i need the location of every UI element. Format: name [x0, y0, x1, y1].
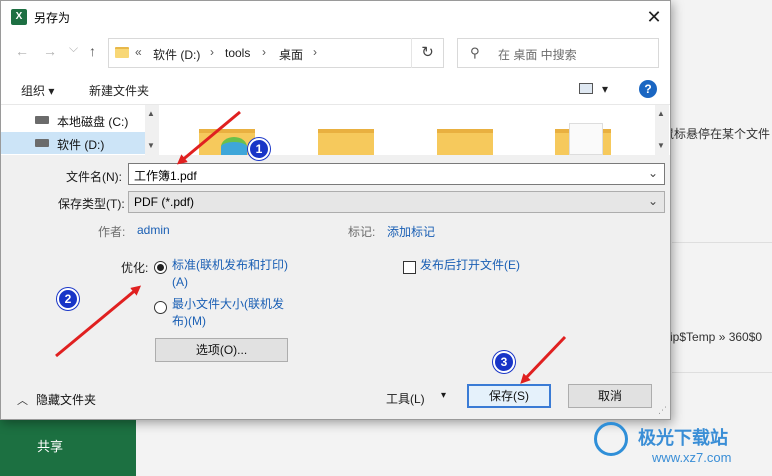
radio-minimum-size[interactable] [154, 301, 167, 314]
background-divider [672, 372, 772, 373]
breadcrumb-separator[interactable]: › [313, 45, 317, 59]
breadcrumb-separator[interactable]: › [210, 45, 214, 59]
background-divider [672, 242, 772, 243]
annotation-badge-3: 3 [493, 351, 515, 373]
dialog-titlebar: X 另存为 ✕ [1, 1, 670, 33]
option-standard-label[interactable]: 标准(联机发布和打印) (A) [172, 257, 288, 291]
refresh-icon[interactable]: ↻ [411, 38, 443, 68]
help-icon[interactable]: ? [639, 80, 657, 98]
breadcrumb-drive-d[interactable]: 软件 (D:) [153, 46, 200, 63]
recent-locations-chevron-icon[interactable]: ⌵ [69, 41, 78, 56]
hide-folders-label: 隐藏文件夹 [36, 393, 97, 407]
tags-label: 标记: [348, 225, 376, 239]
view-mode-dropdown-icon[interactable]: ▾ [602, 82, 608, 96]
option-min-line1: 最小文件大小(联机发 [172, 297, 284, 311]
up-arrow-icon[interactable]: ↑ [89, 43, 96, 59]
option-minimum-size-label[interactable]: 最小文件大小(联机发 布)(M) [172, 296, 284, 330]
breadcrumb-overflow[interactable]: « [135, 45, 142, 59]
chevron-up-icon: ︿ [17, 395, 28, 407]
optimize-label: 优化: [121, 261, 149, 275]
tree-item-drive-d[interactable]: 软件 (D:) [1, 132, 146, 154]
chevron-down-icon[interactable]: ⌄ [648, 166, 658, 180]
share-menu-item[interactable]: 共享 [0, 436, 100, 455]
folder-thumbnail[interactable] [437, 123, 493, 157]
excel-app-icon: X [11, 9, 27, 25]
watermark-logo-icon [594, 422, 628, 456]
new-folder-button[interactable]: 新建文件夹 [89, 82, 149, 99]
drive-icon [35, 139, 49, 147]
breadcrumb-tools[interactable]: tools [225, 46, 250, 60]
navigation-bar: ← → ⌵ ↑ « 软件 (D:) › tools › 桌面 › ↻ ⚲ 在 桌… [1, 33, 670, 73]
filename-value: 工作簿1.pdf [134, 169, 197, 183]
tools-button[interactable]: 工具(L) [386, 390, 425, 407]
save-button[interactable]: 保存(S) [467, 384, 551, 408]
radio-standard[interactable] [154, 261, 167, 274]
forward-arrow-icon[interactable]: → [43, 43, 57, 59]
breadcrumb-separator[interactable]: › [262, 45, 266, 59]
organize-button[interactable]: 组织 ▾ [21, 82, 54, 99]
dialog-title: 另存为 [34, 11, 71, 25]
background-path-text: zip$Temp » 360$0 [664, 330, 763, 344]
tree-item-label: 软件 (D:) [57, 138, 105, 152]
filename-label: 文件名(N): [66, 170, 122, 184]
dialog-toolbar: 组织 ▾ 新建文件夹 ▾ ? [1, 73, 670, 105]
watermark-url: www.xz7.com [652, 450, 732, 465]
app-overlay-icon [221, 137, 247, 157]
open-after-publish-label[interactable]: 发布后打开文件(E) [420, 257, 520, 274]
tree-item-label: 本地磁盘 (C:) [57, 115, 129, 129]
option-standard-line1: 标准(联机发布和打印) [172, 258, 288, 272]
folder-thumbnail[interactable] [318, 123, 374, 157]
back-arrow-icon[interactable]: ← [15, 43, 29, 59]
scroll-up-icon[interactable]: ▲ [147, 109, 155, 118]
scroll-down-icon[interactable]: ▼ [657, 141, 665, 150]
option-standard-line2: (A) [172, 275, 188, 289]
breadcrumb-desktop[interactable]: 桌面 [279, 46, 303, 63]
scroll-up-icon[interactable]: ▲ [657, 109, 665, 118]
folder-icon [437, 129, 493, 157]
watermark-name: 极光下载站 [638, 428, 728, 448]
annotation-badge-2: 2 [57, 288, 79, 310]
close-icon[interactable]: ✕ [639, 3, 669, 31]
search-icon: ⚲ [470, 45, 480, 60]
tree-scrollbar[interactable]: ▲ ▼ [145, 105, 159, 155]
chevron-down-icon: ⌄ [647, 194, 658, 208]
folder-icon [318, 129, 374, 157]
option-min-line2: 布)(M) [172, 314, 206, 328]
scroll-down-icon[interactable]: ▼ [147, 141, 155, 150]
tools-dropdown-icon[interactable]: ▾ [441, 390, 446, 401]
open-after-publish-checkbox[interactable] [403, 261, 416, 274]
annotation-badge-1: 1 [248, 138, 270, 160]
options-button[interactable]: 选项(O)... [155, 338, 288, 362]
save-options-area: 文件名(N): 工作簿1.pdf ⌄ 保存类型(T): PDF (*.pdf) … [1, 155, 670, 419]
tags-value[interactable]: 添加标记 [387, 223, 435, 240]
tree-item-drive-c[interactable]: 本地磁盘 (C:) [1, 109, 146, 131]
document-icon [569, 123, 603, 155]
folder-icon [115, 47, 129, 58]
author-label: 作者: [98, 225, 126, 239]
background-hint-text: 鼠标悬停在某个文件 [662, 127, 771, 141]
file-browser: 本地磁盘 (C:) 软件 (D:) ▲ ▼ ▲ ▼ [1, 105, 670, 157]
resize-grip-icon[interactable]: ⋰ [658, 405, 667, 416]
save-as-dialog: X 另存为 ✕ ← → ⌵ ↑ « 软件 (D:) › tools › 桌面 ›… [0, 0, 671, 420]
site-watermark: 极光下载站 www.xz7.com [590, 418, 770, 474]
search-input[interactable]: ⚲ 在 桌面 中搜索 [457, 38, 659, 68]
view-mode-icon[interactable] [579, 83, 593, 94]
document-thumbnail[interactable] [555, 123, 611, 157]
address-bar[interactable]: « 软件 (D:) › tools › 桌面 › [108, 38, 444, 68]
filetype-label: 保存类型(T): [58, 197, 125, 211]
drive-icon [35, 116, 49, 124]
search-placeholder: 在 桌面 中搜索 [498, 48, 577, 62]
hide-folders-toggle[interactable]: ︿ 隐藏文件夹 [17, 391, 96, 408]
folder-thumbnail[interactable] [199, 123, 255, 157]
cancel-button[interactable]: 取消 [568, 384, 652, 408]
author-value[interactable]: admin [137, 223, 170, 237]
files-scrollbar[interactable]: ▲ ▼ [655, 105, 669, 155]
filename-field[interactable]: 工作簿1.pdf ⌄ [128, 163, 665, 185]
filetype-select[interactable]: PDF (*.pdf) ⌄ [128, 191, 665, 213]
navigation-tree: 本地磁盘 (C:) 软件 (D:) ▲ ▼ [1, 105, 159, 155]
filetype-value: PDF (*.pdf) [134, 195, 195, 209]
